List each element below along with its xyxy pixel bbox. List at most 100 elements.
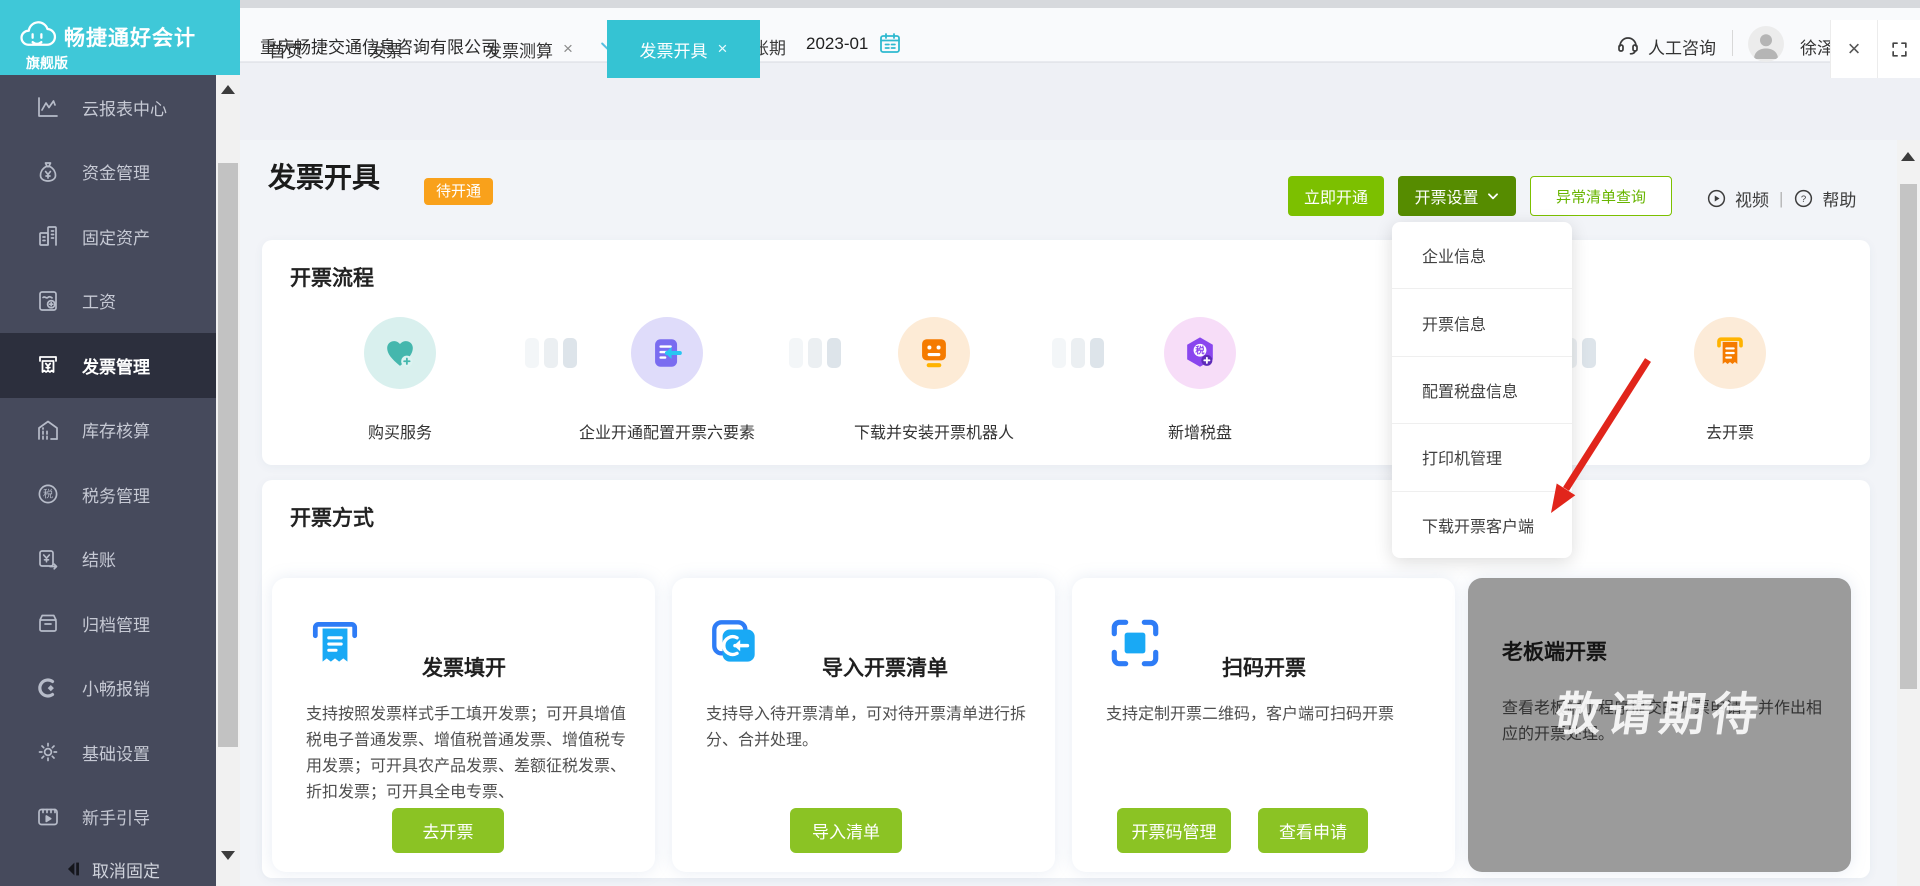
flow-step-label: 下载并安装开票机器人 [853, 425, 1015, 442]
robot-icon [897, 317, 970, 389]
close-all-button[interactable]: × [1830, 20, 1877, 78]
headset-icon[interactable] [1616, 32, 1640, 61]
sidebar-item-funds[interactable]: 资金管理 [0, 140, 216, 205]
sidebar-item-archive[interactable]: 归档管理 [0, 591, 216, 656]
period-value[interactable]: 2023-01 [806, 34, 868, 54]
help-circle-icon[interactable]: ? [1793, 188, 1814, 209]
sidebar-item-label: 结账 [82, 551, 116, 571]
play-circle-icon[interactable] [1706, 188, 1727, 209]
flow-heading: 开票流程 [290, 267, 374, 290]
sidebar-item-settings[interactable]: 基础设置 [0, 720, 216, 785]
sidebar-scrollbar-thumb[interactable] [218, 163, 238, 747]
close-icon[interactable]: × [563, 39, 573, 59]
sidebar-item-payroll[interactable]: 工资 [0, 269, 216, 334]
flow-step-configure: 企业开通配置开票六要素 [579, 317, 755, 443]
sidebar-unpin-button[interactable]: 取消固定 [0, 849, 216, 886]
archive-box-icon [39, 614, 57, 633]
view-applications-button[interactable]: 查看申请 [1258, 808, 1368, 853]
menu-item-invoice-info[interactable]: 开票信息 [1392, 289, 1572, 357]
sidebar-item-guide[interactable]: 新手引导 [0, 785, 216, 850]
close-icon[interactable]: × [413, 39, 423, 59]
activate-button[interactable]: 立即开通 [1288, 176, 1384, 216]
brand-edition: 旗舰版 [26, 55, 68, 71]
red-annotation-arrow [1551, 358, 1651, 513]
abnormal-list-button[interactable]: 异常清单查询 [1530, 176, 1672, 216]
chevron-down-icon [1487, 193, 1498, 200]
heart-plus-icon [364, 317, 436, 389]
sidebar-item-inventory[interactable]: 库存核算 [0, 398, 216, 463]
scroll-up-arrow-icon[interactable] [1901, 152, 1915, 161]
main-scrollbar[interactable] [1897, 140, 1920, 886]
sidebar-item-invoice[interactable]: 发票管理 [0, 333, 216, 398]
flow-step-label: 购买服务 [367, 425, 432, 442]
app-window: 重庆畅捷交通信息咨询有限公司 + 账期 2023-01 人工咨询 [0, 0, 1920, 886]
sidebar-item-fixed-assets[interactable]: 固定资产 [0, 204, 216, 269]
link-divider: | [1779, 188, 1784, 208]
settle-account-icon [39, 549, 58, 570]
gear-icon [38, 742, 58, 762]
flow-step-label: 去开票 [1705, 425, 1754, 442]
card-title: 导入开票清单 [822, 657, 948, 680]
main-scrollbar-thumb[interactable] [1900, 184, 1917, 689]
menu-item-company-info[interactable]: 企业信息 [1392, 222, 1572, 290]
flow-connector [525, 338, 577, 368]
document-arrow-icon [630, 317, 703, 389]
human-consult-link[interactable]: 人工咨询 [1648, 34, 1716, 59]
tab-invoice[interactable]: 发票 × [342, 20, 450, 78]
tax-badge-icon: 税 [38, 484, 58, 504]
flow-step-label: 企业开通配置开票六要素 [578, 425, 756, 442]
close-icon[interactable]: × [718, 39, 728, 59]
sidebar-item-label: 库存核算 [82, 422, 150, 442]
flow-connector [789, 338, 841, 368]
fullscreen-button[interactable] [1877, 20, 1920, 78]
invoice-methods-panel: 开票方式 发票填开 支持按照发票样式手工填开发票；可开具增值税电子普通发票、增值… [262, 480, 1870, 878]
sidebar-scrollbar[interactable] [216, 75, 240, 886]
card-description: 支持定制开票二维码，客户端可扫码开票 [1106, 706, 1395, 723]
flow-step-buy-service: 购买服务 [364, 317, 436, 443]
tab-label: 发票开具 [639, 41, 708, 61]
scroll-down-arrow-icon[interactable] [221, 851, 235, 860]
go-invoice-button[interactable]: 去开票 [392, 808, 504, 853]
video-link[interactable]: 视频 [1735, 186, 1769, 211]
help-link[interactable]: 帮助 [1822, 186, 1856, 211]
brand-header: 畅捷通好会计 旗舰版 [0, 0, 240, 75]
payroll-doc-icon [39, 290, 57, 311]
import-list-button[interactable]: 导入清单 [790, 808, 902, 853]
flow-step-label: 新增税盘 [1167, 425, 1232, 442]
invoice-printer-icon [1694, 317, 1766, 389]
svg-text:税: 税 [43, 488, 53, 501]
calendar-icon[interactable] [878, 31, 902, 60]
invoice-machine-icon [39, 356, 57, 374]
sidebar-item-label: 资金管理 [82, 164, 150, 184]
card-invoice-fill: 发票填开 支持按照发票样式手工填开发票；可开具增值税电子普通发票、增值税普通发票… [272, 578, 655, 872]
reimburse-logo-icon [38, 678, 55, 698]
flow-step-tax-disk: 税 新增税盘 [1164, 317, 1236, 443]
invoice-code-manage-button[interactable]: 开票码管理 [1117, 808, 1231, 853]
tab-invoice-issue[interactable]: 发票开具 × [607, 20, 760, 78]
sidebar-item-reimburse[interactable]: 小畅报销 [0, 656, 216, 721]
invoice-settings-dropdown-button[interactable]: 开票设置 [1398, 176, 1516, 216]
warehouse-icon [38, 420, 58, 440]
tab-invoice-calc[interactable]: 发票测算 × [458, 20, 600, 78]
status-badge: 待开通 [424, 178, 494, 205]
tab-home[interactable]: 首页 [240, 20, 332, 78]
video-guide-icon [38, 808, 58, 826]
page-title: 发票开具 [268, 162, 381, 193]
sidebar-item-label: 新手引导 [82, 809, 150, 829]
sidebar-item-closing[interactable]: 结账 [0, 527, 216, 592]
sidebar-item-cloud-reports[interactable]: 云报表中心 [0, 75, 216, 140]
card-boss-invoice: 老板端开票 查看老板端小程序提交的开票申请，并作出相应的开票处理。 敬请期待 [1468, 578, 1851, 872]
tab-label: 发票 [369, 41, 404, 61]
tab-label: 首页 [269, 41, 303, 61]
scroll-up-arrow-icon[interactable] [221, 85, 235, 94]
money-bag-icon [39, 161, 57, 182]
avatar[interactable] [1748, 26, 1784, 62]
sidebar-item-label: 归档管理 [82, 615, 150, 635]
brand-name: 畅捷通好会计 [64, 27, 196, 50]
sidebar-item-tax[interactable]: 税 税务管理 [0, 462, 216, 527]
flow-step-go-invoice: 去开票 [1694, 317, 1766, 443]
chart-line-icon [38, 97, 58, 118]
sidebar-item-label: 税务管理 [82, 486, 150, 506]
card-description: 支持按照发票样式手工填开发票；可开具增值税电子普通发票、增值税普通发票、增值税专… [306, 706, 627, 801]
card-scan-invoice: 扫码开票 支持定制开票二维码，客户端可扫码开票 开票码管理 查看申请 [1072, 578, 1455, 872]
